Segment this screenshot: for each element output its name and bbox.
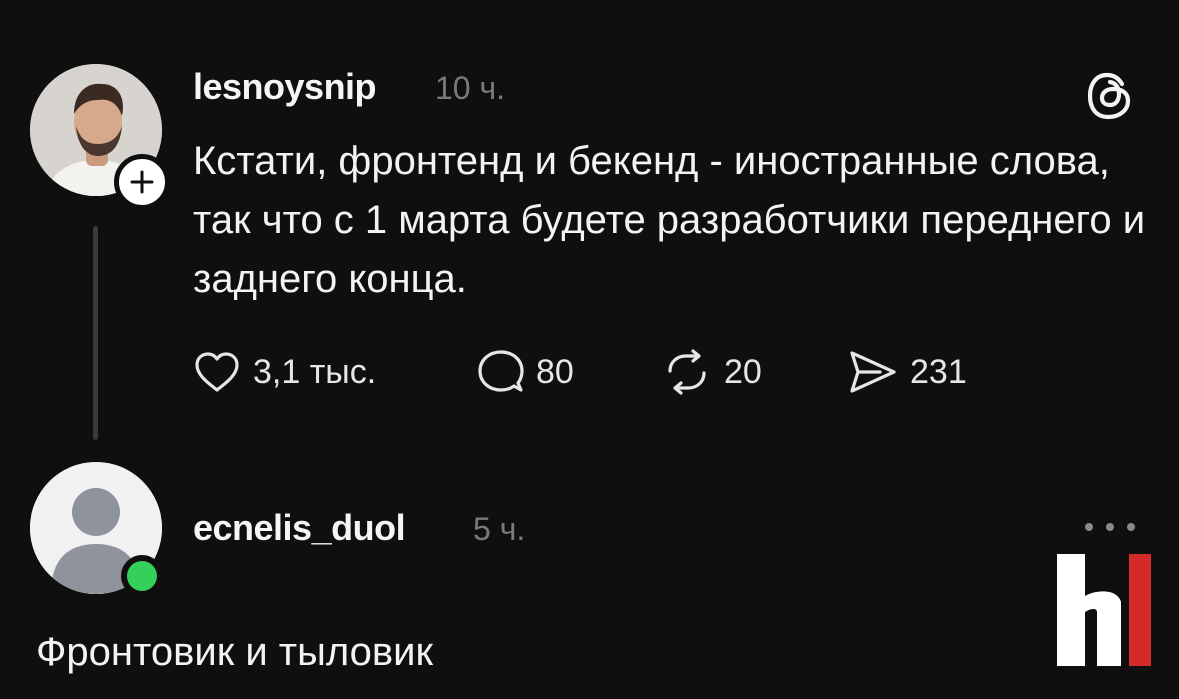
reply-text: Фронтовик и тыловик	[36, 630, 433, 674]
share-count: 231	[910, 352, 967, 391]
reply-time: 5 ч.	[473, 511, 526, 547]
repost-button[interactable]: 20	[662, 348, 762, 396]
threads-icon[interactable]	[1084, 70, 1136, 122]
comment-count: 80	[536, 352, 574, 391]
repost-count: 20	[724, 352, 762, 391]
repost-icon	[668, 349, 706, 395]
plus-icon	[130, 170, 154, 194]
follow-button[interactable]	[114, 154, 170, 210]
comment-button[interactable]: 80	[478, 348, 574, 396]
comment-bubble-icon	[478, 350, 524, 392]
reply-author[interactable]: ecnelis_duol	[193, 507, 406, 549]
post-text: Кстати, фронтенд и бекенд - иностранные …	[193, 139, 1146, 301]
more-dots-icon[interactable]	[1085, 520, 1135, 534]
thread-connector-line	[93, 226, 98, 440]
online-status-dot	[121, 555, 163, 597]
share-button[interactable]: 231	[848, 348, 967, 396]
heart-icon	[195, 352, 239, 392]
like-button[interactable]: 3,1 тыс.	[193, 348, 376, 396]
send-icon	[850, 351, 896, 393]
post-time: 10 ч.	[435, 70, 506, 106]
post-author[interactable]: lesnoysnip	[193, 66, 377, 108]
watermark-logo	[1057, 554, 1151, 666]
like-count: 3,1 тыс.	[253, 352, 377, 391]
